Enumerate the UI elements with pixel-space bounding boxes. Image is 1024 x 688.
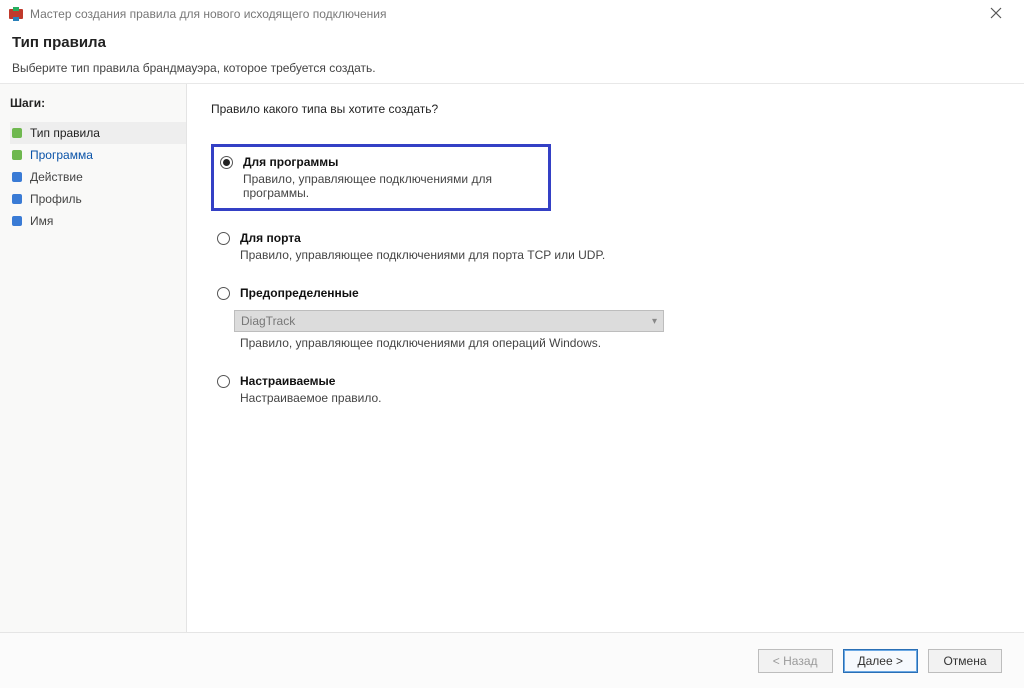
step-profile[interactable]: Профиль	[10, 188, 186, 210]
radio-custom[interactable]	[217, 375, 230, 388]
step-label: Имя	[30, 214, 53, 228]
step-action[interactable]: Действие	[10, 166, 186, 188]
step-label: Профиль	[30, 192, 82, 206]
chevron-down-icon: ▾	[652, 316, 657, 327]
step-name[interactable]: Имя	[10, 210, 186, 232]
option-predefined-label: Предопределенные	[240, 286, 359, 300]
option-program-label: Для программы	[243, 155, 542, 169]
option-predefined-desc: Правило, управляющее подключениями для о…	[240, 336, 601, 350]
option-port[interactable]: Для порта Правило, управляющее подключен…	[211, 227, 1000, 266]
option-predefined[interactable]: Предопределенные	[211, 282, 1000, 304]
option-custom-label: Настраиваемые	[240, 374, 381, 388]
option-port-desc: Правило, управляющее подключениями для п…	[240, 248, 605, 262]
predefined-select-value: DiagTrack	[241, 314, 295, 328]
wizard-window: Мастер создания правила для нового исход…	[0, 0, 1024, 688]
steps-heading: Шаги:	[10, 96, 186, 110]
step-program[interactable]: Программа	[10, 144, 186, 166]
cancel-button[interactable]: Отмена	[928, 649, 1002, 673]
step-label: Действие	[30, 170, 83, 184]
page-title: Тип правила	[12, 34, 1012, 51]
question-text: Правило какого типа вы хотите создать?	[211, 102, 1000, 116]
firewall-icon	[8, 6, 24, 22]
option-custom[interactable]: Настраиваемые Настраиваемое правило.	[211, 370, 1000, 409]
body: Шаги: Тип правила Программа Действие Про…	[0, 83, 1024, 632]
step-rule-type[interactable]: Тип правила	[10, 122, 186, 144]
radio-port[interactable]	[217, 232, 230, 245]
rule-type-options: Для программы Правило, управляющее подкл…	[211, 144, 1000, 409]
title-bar: Мастер создания правила для нового исход…	[0, 0, 1024, 28]
next-button[interactable]: Далее >	[843, 649, 919, 673]
option-port-label: Для порта	[240, 231, 605, 245]
step-bullet-icon	[12, 216, 22, 226]
step-bullet-icon	[12, 172, 22, 182]
radio-predefined[interactable]	[217, 287, 230, 300]
radio-program[interactable]	[220, 156, 233, 169]
option-custom-desc: Настраиваемое правило.	[240, 391, 381, 405]
close-icon	[990, 7, 1002, 22]
predefined-select: DiagTrack ▾	[234, 310, 664, 332]
footer: < Назад Далее > Отмена	[0, 632, 1024, 688]
step-bullet-icon	[12, 128, 22, 138]
option-predefined-block: Предопределенные DiagTrack ▾ Правило, уп…	[211, 282, 1000, 354]
step-label: Программа	[30, 148, 93, 162]
step-label: Тип правила	[30, 126, 100, 140]
step-bullet-icon	[12, 150, 22, 160]
back-button: < Назад	[758, 649, 833, 673]
content-pane: Правило какого типа вы хотите создать? Д…	[186, 84, 1024, 632]
steps-sidebar: Шаги: Тип правила Программа Действие Про…	[0, 84, 186, 632]
close-button[interactable]	[976, 0, 1016, 28]
page-subtitle: Выберите тип правила брандмауэра, которо…	[12, 61, 1012, 75]
window-title: Мастер создания правила для нового исход…	[30, 7, 387, 21]
header: Тип правила Выберите тип правила брандма…	[0, 28, 1024, 83]
step-bullet-icon	[12, 194, 22, 204]
option-program[interactable]: Для программы Правило, управляющее подкл…	[211, 144, 551, 211]
option-program-desc: Правило, управляющее подключениями для п…	[243, 172, 542, 200]
